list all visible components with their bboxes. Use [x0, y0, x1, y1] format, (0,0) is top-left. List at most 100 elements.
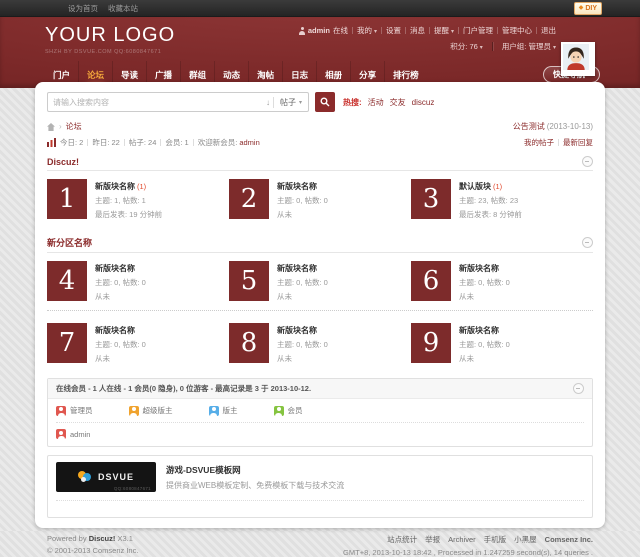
usergroup-legend: 管理员 超级版主 版主 会员: [56, 405, 584, 416]
site-stats-link[interactable]: 站点统计: [387, 534, 417, 545]
newest-member-link[interactable]: admin: [239, 138, 259, 147]
hot-link-discuz[interactable]: discuz: [412, 98, 435, 107]
hot-link-friends[interactable]: 交友: [390, 97, 406, 108]
version: X3.1: [117, 534, 132, 543]
banner-title-link[interactable]: 游戏-DSVUE模板网: [166, 465, 241, 475]
forum-block[interactable]: 7 新版块名称 主题: 0, 帖数: 0 从未: [47, 323, 229, 364]
search-input[interactable]: [48, 98, 263, 107]
diy-button[interactable]: ◆ DIY: [574, 2, 602, 15]
forum-block[interactable]: 6 新版块名称 主题: 0, 帖数: 0 从未: [411, 261, 593, 302]
forum-title-link[interactable]: 新版块名称: [95, 182, 135, 191]
forum-grid: 1 新版块名称(1) 主题: 1, 帖数: 1 最后发表: 19 分钟前 2 新…: [47, 171, 593, 228]
banner-logo-text: DSVUE: [98, 472, 134, 482]
mobile-link[interactable]: 手机版: [484, 534, 507, 545]
forum-number[interactable]: 1: [47, 179, 87, 219]
forum-number[interactable]: 2: [229, 179, 269, 219]
set-homepage-link[interactable]: 设为首页: [68, 3, 98, 14]
forum-number[interactable]: 3: [411, 179, 451, 219]
forum-number[interactable]: 4: [47, 261, 87, 301]
forum-title-link[interactable]: 新版块名称: [459, 264, 499, 273]
forum-title-link[interactable]: 新版块名称: [95, 264, 135, 273]
member-icon-member: [274, 406, 284, 416]
menu-settings[interactable]: 设置: [386, 25, 401, 36]
search-button[interactable]: [315, 92, 335, 112]
forum-number[interactable]: 5: [229, 261, 269, 301]
menu-my[interactable]: 我的: [357, 25, 377, 36]
forum-block[interactable]: 3 默认版块(1) 主题: 23, 帖数: 23 最后发表: 8 分钟前: [411, 179, 593, 220]
footer-right: 站点统计 举报 Archiver 手机版 小黑屋 Comsenz Inc. GM…: [343, 534, 593, 557]
stats-links: 我的帖子 最新回复: [524, 137, 593, 148]
username-link[interactable]: admin: [308, 26, 330, 35]
forum-number[interactable]: 6: [411, 261, 451, 301]
divider: [381, 27, 382, 34]
forum-new-count: (1): [493, 182, 502, 191]
forum-block[interactable]: 4 新版块名称 主题: 0, 帖数: 0 从未: [47, 261, 229, 302]
my-posts-link[interactable]: 我的帖子: [524, 137, 554, 148]
announcement: 公告测试 (2013-10-13): [513, 121, 593, 132]
menu-messages[interactable]: 消息: [410, 25, 425, 36]
forum-number[interactable]: 9: [411, 323, 451, 363]
online-member-link[interactable]: admin: [70, 430, 90, 439]
home-icon[interactable]: [47, 123, 55, 131]
forum-last-post: 从未: [459, 353, 510, 364]
search-box: ↓ 帖子: [47, 92, 309, 112]
banner-logo[interactable]: DSVUE QQ:6080847671: [56, 462, 156, 492]
menu-portal-admin[interactable]: 门户管理: [463, 25, 493, 36]
forum-info: 默认版块(1) 主题: 23, 帖数: 23 最后发表: 8 分钟前: [459, 179, 522, 220]
arrow-down-icon[interactable]: ↓: [263, 98, 273, 107]
powered-by: Powered by Discuz! X3.1: [47, 534, 138, 543]
announcement-link[interactable]: 公告测试: [513, 121, 545, 132]
archiver-link[interactable]: Archiver: [448, 535, 476, 544]
breadcrumb: 论坛 公告测试 (2013-10-13): [47, 121, 593, 132]
forum-grid: 4 新版块名称 主题: 0, 帖数: 0 从未 5 新版块名称 主题: 0, 帖…: [47, 253, 593, 310]
hot-link-activity[interactable]: 活动: [368, 97, 384, 108]
forum-block[interactable]: 5 新版块名称 主题: 0, 帖数: 0 从未: [229, 261, 411, 302]
site-header: YOUR LOGO SHZH BY DSVUE.COM QQ:608084767…: [0, 17, 640, 61]
usergroup-link[interactable]: 用户组: 管理员: [502, 41, 556, 52]
avatar[interactable]: [561, 42, 595, 76]
forum-title-link[interactable]: 新版块名称: [277, 264, 317, 273]
forum-number[interactable]: 7: [47, 323, 87, 363]
avatar-image: [563, 44, 589, 70]
stat-posts: 帖子: 24: [129, 137, 157, 148]
divider: [405, 27, 406, 34]
comsenz-link[interactable]: Comsenz Inc.: [545, 535, 593, 544]
forum-info: 新版块名称(1) 主题: 1, 帖数: 1 最后发表: 19 分钟前: [95, 179, 162, 220]
forum-title-link[interactable]: 新版块名称: [95, 326, 135, 335]
forum-title-link[interactable]: 默认版块: [459, 182, 491, 191]
forum-block[interactable]: 1 新版块名称(1) 主题: 1, 帖数: 1 最后发表: 19 分钟前: [47, 179, 229, 220]
forum-title-link[interactable]: 新版块名称: [277, 182, 317, 191]
forum-stats: 主题: 0, 帖数: 0: [277, 277, 328, 288]
forum-last-post: 最后发表: 8 分钟前: [459, 209, 522, 220]
forum-stats: 主题: 0, 帖数: 0: [459, 277, 510, 288]
divider: [492, 42, 493, 51]
darkroom-link[interactable]: 小黑屋: [514, 534, 537, 545]
forum-number[interactable]: 8: [229, 323, 269, 363]
forum-block[interactable]: 9 新版块名称 主题: 0, 帖数: 0 从未: [411, 323, 593, 364]
menu-logout[interactable]: 退出: [541, 25, 556, 36]
top-utility-bar: 设为首页 收藏本站 ◆ DIY: [0, 0, 640, 17]
report-link[interactable]: 举报: [425, 534, 440, 545]
forum-info: 新版块名称 主题: 0, 帖数: 0 从未: [459, 261, 510, 302]
forum-title-link[interactable]: 新版块名称: [459, 326, 499, 335]
forum-stats: 主题: 23, 帖数: 23: [459, 195, 522, 206]
search-scope-select[interactable]: 帖子: [274, 97, 308, 108]
collapse-button[interactable]: [582, 156, 593, 167]
credits-link[interactable]: 积分: 76: [450, 41, 483, 52]
collapse-button[interactable]: [582, 237, 593, 248]
banner-row: DSVUE QQ:6080847671 游戏-DSVUE模板网 提供商业WEB模…: [56, 462, 584, 492]
forum-title-link[interactable]: 新版块名称: [277, 326, 317, 335]
forum-block[interactable]: 8 新版块名称 主题: 0, 帖数: 0 从未: [229, 323, 411, 364]
discuz-link[interactable]: Discuz!: [89, 534, 116, 543]
forum-block[interactable]: 2 新版块名称 主题: 0, 帖数: 0 从未: [229, 179, 411, 220]
bookmark-site-link[interactable]: 收藏本站: [108, 3, 138, 14]
collapse-button[interactable]: [573, 383, 584, 394]
search-row: ↓ 帖子 热搜: 活动 交友 discuz: [47, 90, 593, 116]
section-title: 新分区名称: [47, 236, 92, 249]
latest-replies-link[interactable]: 最新回复: [563, 137, 593, 148]
menu-reminders[interactable]: 提醒: [434, 25, 454, 36]
announcement-date: (2013-10-13): [547, 122, 593, 131]
member-icon-admin: [56, 429, 66, 439]
breadcrumb-forum-link[interactable]: 论坛: [66, 121, 82, 132]
menu-admin-center[interactable]: 管理中心: [502, 25, 532, 36]
